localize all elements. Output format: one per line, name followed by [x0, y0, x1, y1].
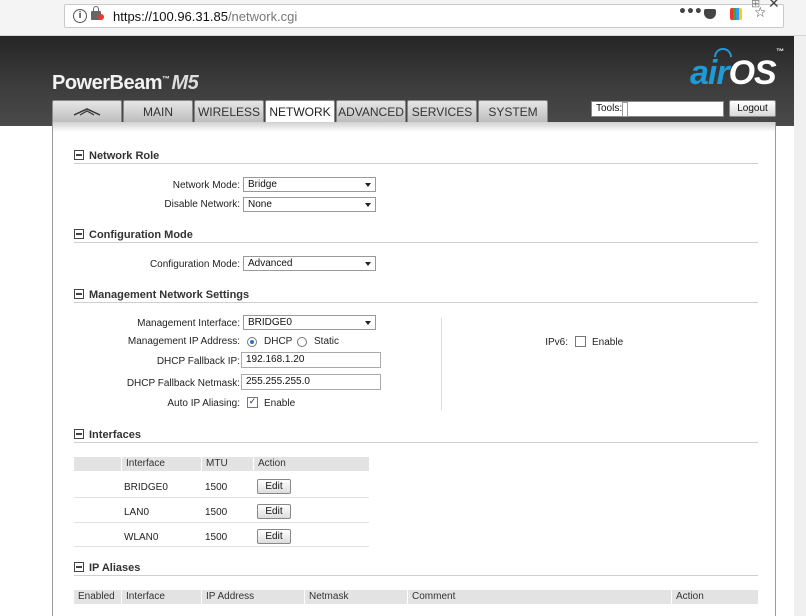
static-radio[interactable] [297, 337, 307, 347]
section-management-network[interactable]: Management Network Settings [74, 288, 249, 301]
management-interface-select[interactable]: BRIDGE0 [243, 315, 376, 330]
tools-dropdown[interactable]: Tools: [591, 101, 755, 117]
product-logo: PowerBeam™ M5 [52, 72, 199, 94]
alias-header-ip-address: IP Address [202, 590, 304, 604]
ipv6-label: IPv6: [545, 337, 568, 348]
fallback-ip-label: DHCP Fallback IP: [156, 356, 240, 367]
address-bar[interactable]: i https://100.96.31.85/network.cgi [64, 4, 784, 28]
row-divider [74, 522, 369, 523]
table-header-interface: Interface [122, 457, 201, 471]
edit-lan0-button[interactable]: Edit [257, 504, 291, 519]
ubiquiti-logo-icon [73, 108, 101, 116]
alias-header-comment: Comment [408, 590, 671, 604]
interface-name: WLAN0 [124, 532, 159, 543]
table-header-blank [74, 457, 121, 471]
edit-bridge0-button[interactable]: Edit [257, 479, 291, 494]
configuration-mode-select[interactable]: Advanced [243, 256, 376, 271]
table-header-action: Action [254, 457, 369, 471]
tab-advanced[interactable]: ADVANCED [336, 100, 406, 122]
content-panel [52, 122, 776, 616]
static-label: Static [314, 336, 340, 347]
section-configuration-mode[interactable]: Configuration Mode [74, 228, 193, 241]
tab-ubiquiti-logo[interactable] [52, 100, 122, 122]
alias-header-action: Action [672, 590, 758, 604]
close-icon[interactable]: ✕ [768, 0, 780, 12]
scrollbar[interactable] [794, 36, 806, 616]
tab-main[interactable]: MAIN [123, 100, 193, 122]
chevron-down-icon [365, 321, 371, 325]
logout-button[interactable]: Logout [729, 100, 776, 117]
section-ip-aliases[interactable]: IP Aliases [74, 561, 140, 574]
divider [74, 242, 758, 243]
section-interfaces[interactable]: Interfaces [74, 428, 141, 441]
tab-system[interactable]: SYSTEM [478, 100, 548, 122]
row-divider [74, 497, 369, 498]
ipv6-enable-label: Enable [592, 337, 624, 348]
url-text[interactable]: https://100.96.31.85/network.cgi [113, 9, 297, 24]
network-mode-select[interactable]: Bridge [243, 177, 376, 192]
collapse-icon[interactable] [74, 429, 84, 439]
grid-icon[interactable]: ⊞ [751, 0, 760, 10]
auto-ip-aliasing-label: Auto IP Aliasing: [167, 398, 240, 409]
management-interface-label: Management Interface: [137, 318, 240, 329]
management-ip-label: Management IP Address: [127, 336, 240, 347]
fallback-netmask-input[interactable]: 255.255.255.0 [241, 374, 381, 390]
fallback-netmask-label: DHCP Fallback Netmask: [126, 378, 240, 389]
chevron-down-icon [365, 262, 371, 266]
tab-services[interactable]: SERVICES [407, 100, 477, 122]
network-mode-label: Network Mode: [172, 180, 240, 191]
info-icon[interactable]: i [73, 9, 87, 23]
interface-mtu: 1500 [205, 507, 228, 518]
divider [74, 442, 758, 443]
interface-name: BRIDGE0 [124, 482, 168, 493]
disable-network-select[interactable]: None [243, 197, 376, 212]
airos-logo: airOS™ [690, 44, 784, 93]
collapse-icon[interactable] [74, 562, 84, 572]
alias-header-netmask: Netmask [305, 590, 407, 604]
column-divider [441, 318, 442, 410]
ipv6-checkbox[interactable] [575, 336, 586, 347]
table-header-mtu: MTU [202, 457, 253, 471]
disable-network-label: Disable Network: [164, 199, 240, 210]
collapse-icon[interactable] [74, 289, 84, 299]
alias-header-enabled: Enabled [74, 590, 121, 604]
extension-icon[interactable] [730, 8, 742, 20]
edit-wlan0-button[interactable]: Edit [257, 529, 291, 544]
chevron-down-icon [365, 183, 371, 187]
tab-network[interactable]: NETWORK [265, 100, 335, 123]
tab-wireless[interactable]: WIRELESS [194, 100, 264, 122]
auto-ip-aliasing-enable-label: Enable [264, 398, 296, 409]
section-network-role[interactable]: Network Role [74, 149, 159, 162]
alias-header-interface: Interface [122, 590, 201, 604]
dhcp-label: DHCP [264, 336, 293, 347]
collapse-icon[interactable] [74, 229, 84, 239]
interface-mtu: 1500 [205, 532, 228, 543]
configuration-mode-label: Configuration Mode: [149, 259, 240, 270]
fallback-ip-input[interactable]: 192.168.1.20 [241, 352, 381, 368]
more-dots-icon[interactable]: ••• [678, 4, 703, 20]
collapse-icon[interactable] [74, 150, 84, 160]
browser-toolbar: i https://100.96.31.85/network.cgi ••• ☆… [0, 0, 806, 36]
interface-name: LAN0 [124, 507, 150, 518]
auto-ip-aliasing-checkbox[interactable]: ✓ [247, 397, 258, 408]
dhcp-radio[interactable] [247, 337, 257, 347]
divider [74, 163, 758, 164]
divider [74, 302, 758, 303]
chevron-down-icon [365, 203, 371, 207]
insecure-warning-icon [98, 14, 104, 20]
row-divider [74, 546, 369, 547]
divider [74, 575, 758, 576]
interface-mtu: 1500 [205, 482, 228, 493]
